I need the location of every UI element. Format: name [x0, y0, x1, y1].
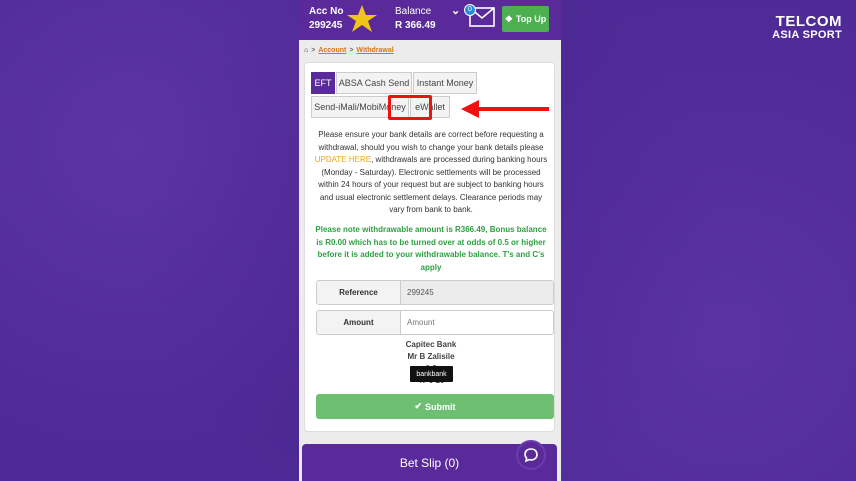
breadcrumb: ⌂ > Account > Withdrawal	[299, 40, 561, 56]
balance-label: Balance	[395, 6, 432, 17]
account-number: 299245	[309, 20, 343, 31]
amount-input-wrap	[401, 311, 553, 334]
top-up-button[interactable]: ❖ Top Up	[502, 6, 549, 32]
mobile-app-panel: Acc No 299245 Balance R 366.49 ⌄ 0 ❖ Top…	[299, 0, 561, 481]
watermark-top: TELCOM	[775, 13, 842, 30]
check-icon: ✔	[414, 401, 423, 411]
ewallet-highlight-box	[388, 95, 432, 120]
submit-button[interactable]: ✔ Submit	[316, 394, 554, 419]
tag-icon: ❖	[504, 13, 513, 24]
bank-details-notice: Please ensure your bank details are corr…	[313, 129, 549, 217]
notice-text-1: Please ensure your bank details are corr…	[318, 130, 544, 152]
red-arrow-icon	[459, 99, 551, 124]
tab-instant-money[interactable]: Instant Money	[413, 72, 477, 94]
amount-input[interactable]	[401, 311, 553, 334]
app-header: Acc No 299245 Balance R 366.49 ⌄ 0 ❖ Top…	[299, 0, 561, 40]
watermark-bottom: ASIA SPORT	[772, 28, 842, 41]
star-logo-icon[interactable]	[345, 4, 379, 39]
top-up-label: Top Up	[515, 14, 547, 24]
tab-eft[interactable]: EFT	[311, 72, 335, 94]
breadcrumb-sep: >	[311, 46, 316, 54]
mail-count-badge: 0	[464, 4, 476, 16]
account-holder: Mr B Zalisile	[407, 352, 455, 361]
home-icon[interactable]: ⌂	[304, 47, 308, 54]
channel-watermark: TELCOM ASIA SPORT	[772, 14, 842, 41]
reference-field: Reference 299245	[316, 280, 554, 305]
withdrawable-amount-note: Please note withdrawable amount is R366.…	[315, 225, 547, 272]
breadcrumb-account-link[interactable]: Account	[318, 47, 346, 54]
chevron-down-icon[interactable]: ⌄	[451, 4, 460, 17]
breadcrumb-sep: >	[349, 46, 354, 54]
amount-field: Amount	[316, 310, 554, 335]
balance-value: R 366.49	[395, 20, 436, 31]
amount-label: Amount	[317, 311, 401, 334]
tooltip: bankbank	[410, 366, 453, 382]
breadcrumb-withdrawal-link[interactable]: Withdrawal	[356, 47, 393, 54]
submit-label: Submit	[425, 401, 456, 412]
account-label: Acc No	[309, 6, 344, 17]
account-info: Acc No 299245	[309, 5, 343, 33]
reference-label: Reference	[317, 281, 401, 304]
chat-icon[interactable]	[516, 440, 546, 470]
balance-info: Balance R 366.49	[395, 5, 436, 33]
bank-name: Capitec Bank	[405, 340, 457, 349]
tab-absa-cash-send[interactable]: ABSA Cash Send	[336, 72, 412, 94]
update-here-link[interactable]: UPDATE HERE	[315, 155, 371, 164]
reference-value: 299245	[401, 281, 553, 304]
